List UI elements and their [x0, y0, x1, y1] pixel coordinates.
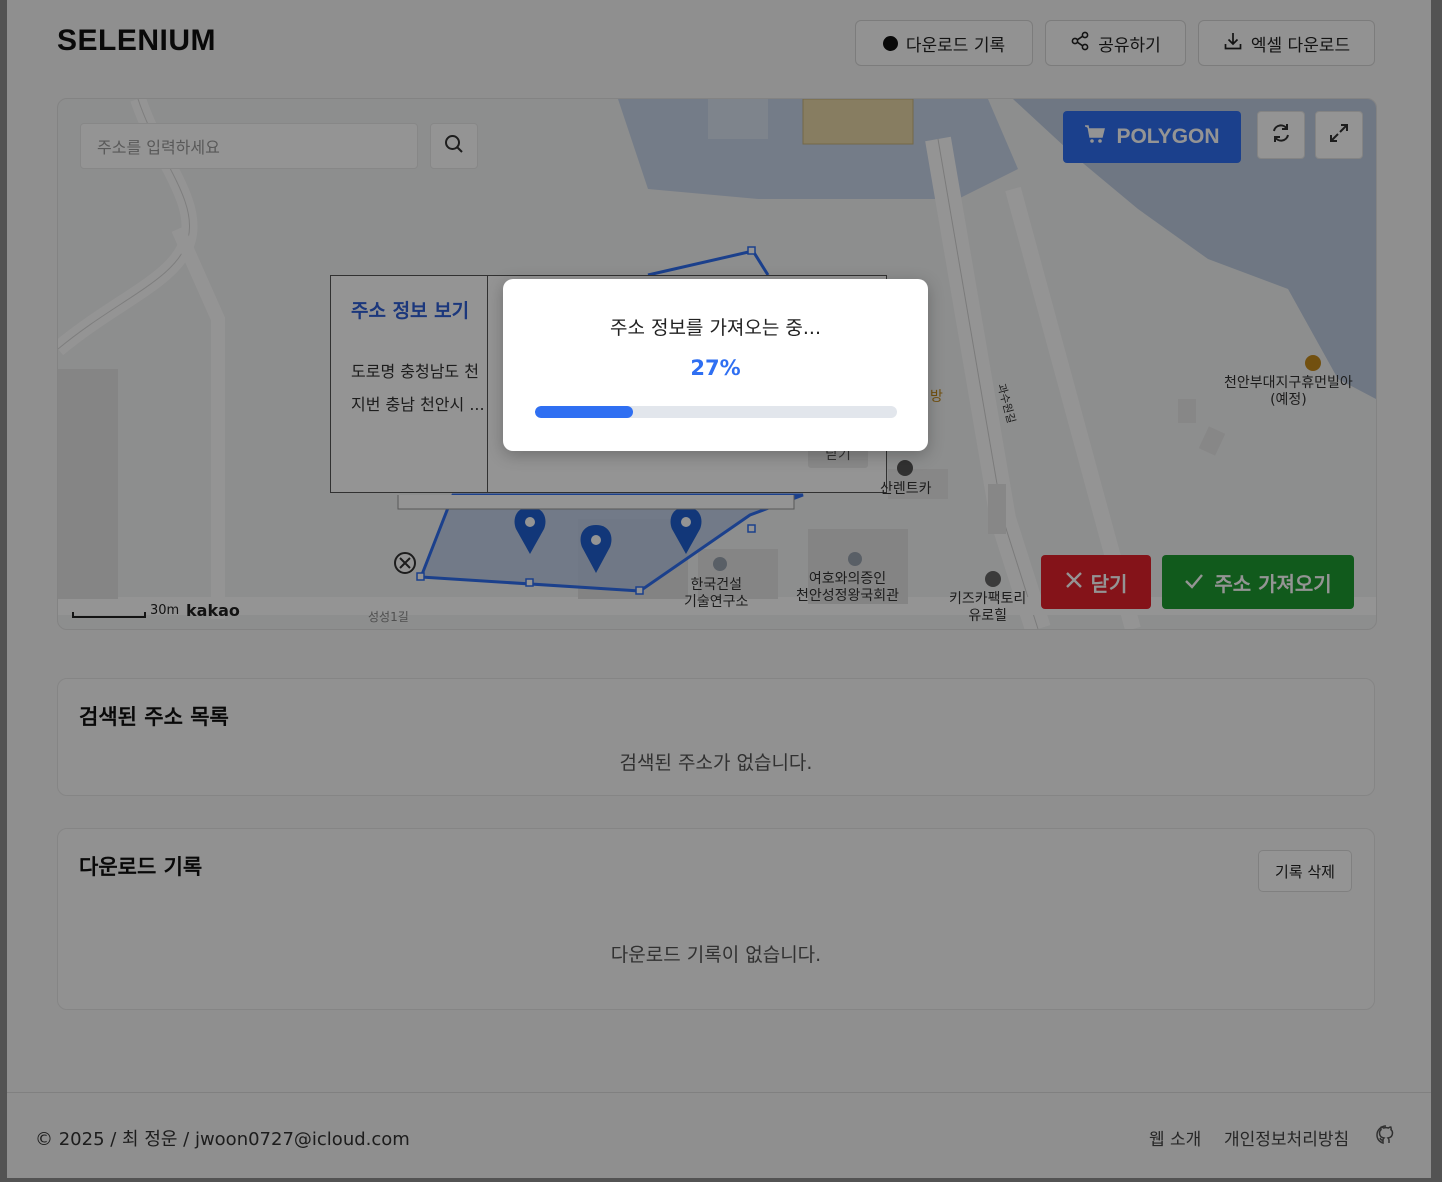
loading-percent: 27% — [690, 356, 741, 380]
loading-modal: 주소 정보를 가져오는 중... 27% — [503, 279, 928, 451]
loading-progress-track — [535, 406, 897, 418]
modal-overlay — [0, 0, 1442, 1182]
loading-progress-fill — [535, 406, 633, 418]
loading-message: 주소 정보를 가져오는 중... — [609, 317, 822, 339]
